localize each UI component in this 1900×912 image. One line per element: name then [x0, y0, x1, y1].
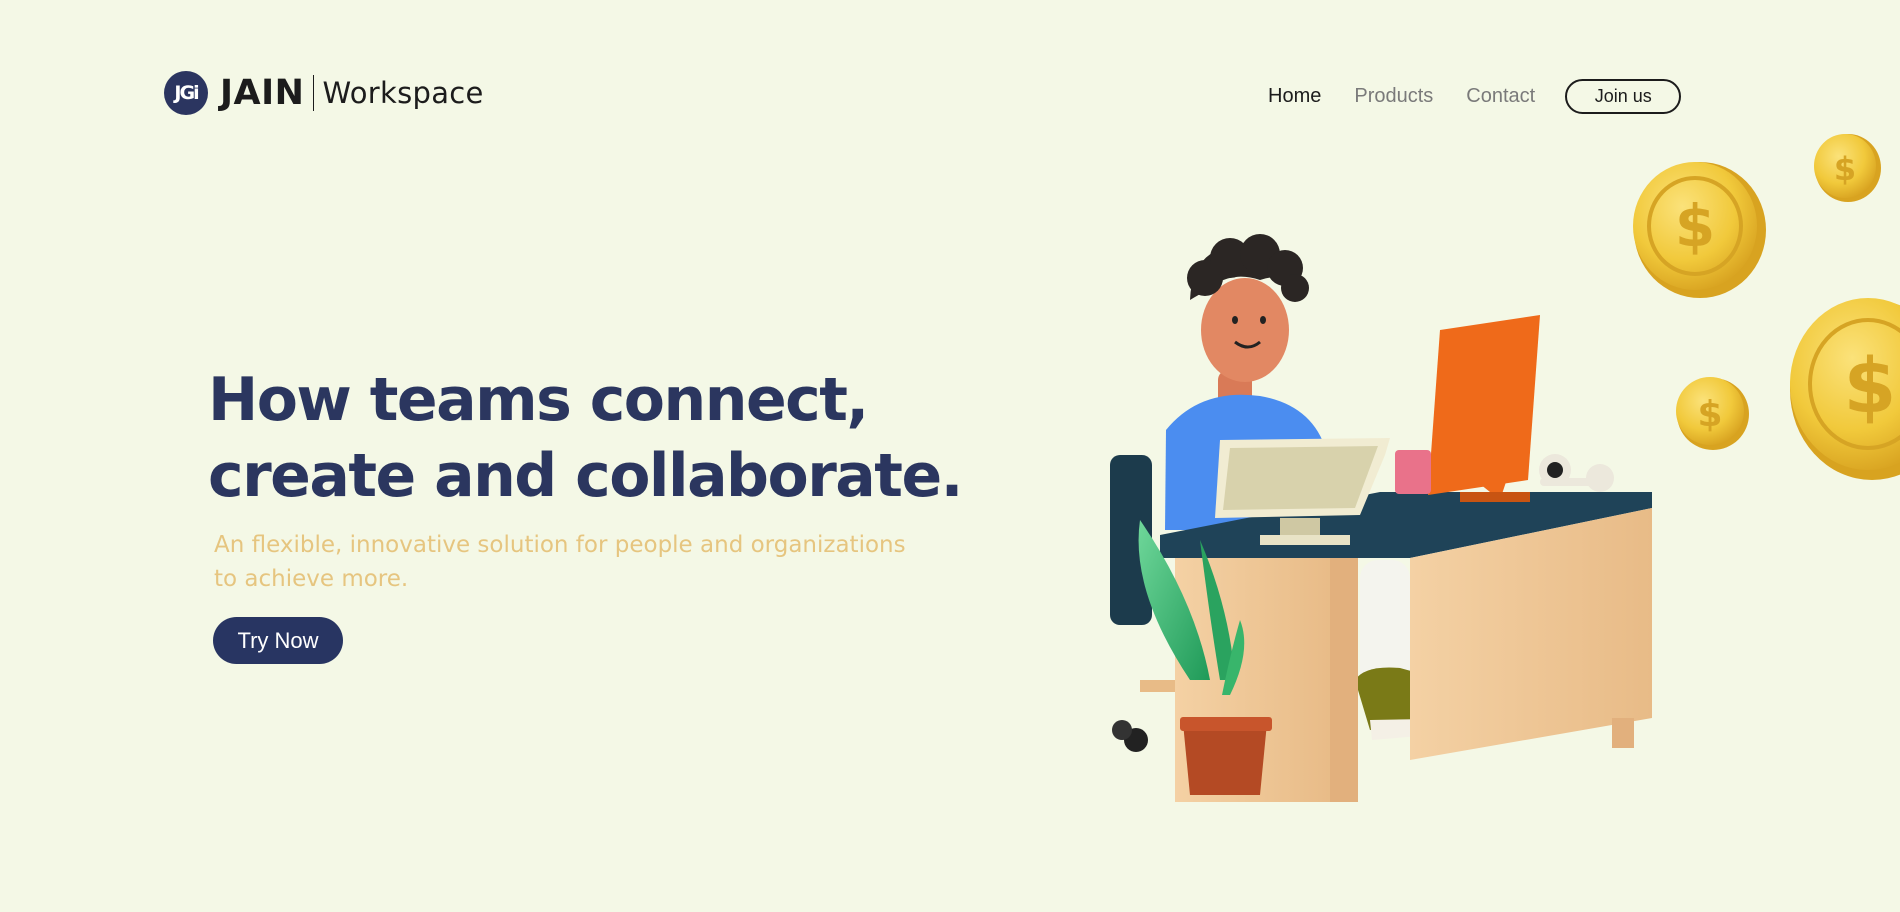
- svg-text:$: $: [1834, 150, 1856, 188]
- headphones: [1539, 454, 1614, 492]
- hero-subtitle-line-2: to achieve more.: [214, 566, 409, 592]
- logo-badge-icon: JGi: [164, 71, 208, 115]
- hero-subtitle: An flexible, innovative solution for peo…: [214, 528, 914, 596]
- svg-text:$: $: [1675, 192, 1715, 260]
- svg-text:$: $: [1697, 394, 1722, 435]
- hero-title-line-1: How teams connect,: [208, 365, 869, 435]
- nav-products[interactable]: Products: [1354, 85, 1433, 108]
- try-now-button[interactable]: Try Now: [213, 617, 343, 664]
- hero-subtitle-line-1: An flexible, innovative solution for peo…: [214, 532, 906, 558]
- svg-text:$: $: [1844, 341, 1897, 430]
- logo-subtitle: Workspace: [322, 76, 484, 110]
- dollar-coin-icon: $: [1814, 134, 1881, 202]
- nav-contact[interactable]: Contact: [1466, 85, 1535, 108]
- main-nav: Home Products Contact Join us: [1268, 76, 1682, 116]
- hero-title-line-2: create and collaborate.: [208, 441, 963, 511]
- logo-brand-name: JAIN: [220, 73, 305, 113]
- dollar-coin-icon: $: [1633, 162, 1766, 298]
- dollar-coin-icon: $: [1790, 298, 1900, 480]
- monitor-orange: [1428, 315, 1540, 502]
- mug: [1395, 450, 1431, 494]
- nav-home[interactable]: Home: [1268, 85, 1321, 108]
- person-at-desk-illustration: $ $ $ $: [1110, 134, 1900, 802]
- logo[interactable]: JGi JAIN Workspace: [164, 70, 484, 116]
- logo-divider: [313, 75, 315, 111]
- dollar-coin-icon: $: [1676, 377, 1749, 450]
- hero-title: How teams connect, create and collaborat…: [208, 362, 968, 514]
- join-us-button[interactable]: Join us: [1565, 78, 1682, 114]
